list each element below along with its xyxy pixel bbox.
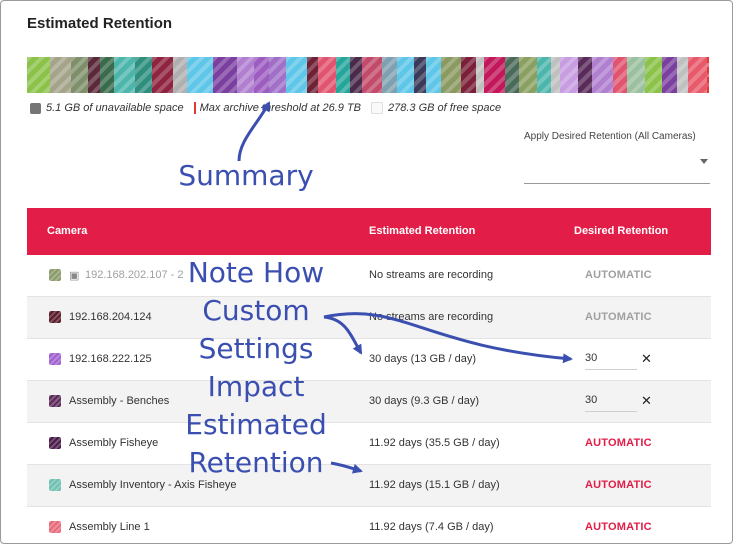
annotation-arrows [237, 101, 573, 474]
annotation-summary: Summary [178, 159, 314, 192]
annotation-note: Note How Custom Settings Impact Estimated Ret… [161, 254, 351, 482]
arrow-to-bar [237, 101, 271, 162]
annotation-line: Retention [188, 446, 324, 479]
retention-panel: Estimated Retention 5.1 GB of unavailabl… [0, 0, 733, 544]
annotation-line: Estimated [185, 408, 327, 441]
annotation-line: Note How [187, 256, 325, 289]
annotation-line: Custom [202, 294, 310, 327]
annotation-line: Impact [207, 370, 305, 403]
annotation-line: Settings [198, 332, 314, 365]
